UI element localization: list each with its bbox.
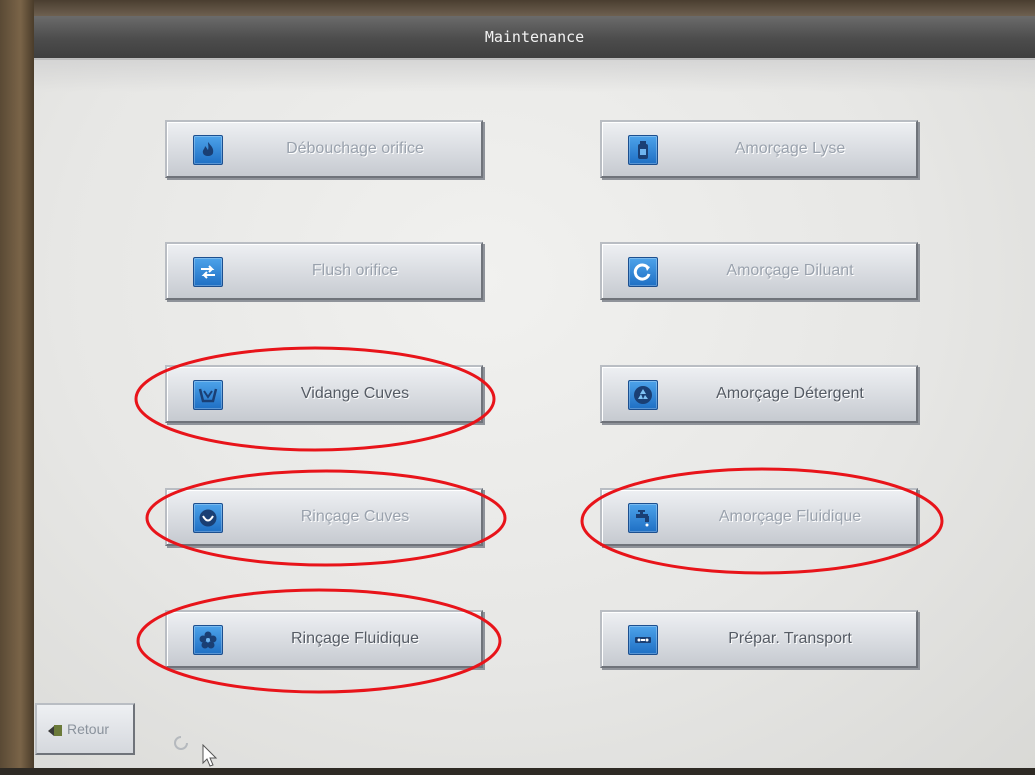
vidange-cuves-button[interactable]: Vidange Cuves [165,365,483,423]
amorcage-detergent-button[interactable]: Amorçage Détergent [600,365,918,423]
swap-arrows-icon [193,257,223,287]
retour-button[interactable]: Retour [35,703,135,755]
recycle-icon [628,380,658,410]
prepar-transport-button[interactable]: Prépar. Transport [600,610,918,668]
flower-icon [193,625,223,655]
rincage-cuves-button[interactable]: Rinçage Cuves [165,488,483,546]
amorcage-lyse-label: Amorçage Lyse [734,140,846,157]
busy-spinner-icon [174,736,188,750]
amorcage-diluant-button[interactable]: Amorçage Diluant [600,242,918,300]
amorcage-detergent-label: Amorçage Détergent [716,385,864,402]
rincage-cuves-label: Rinçage Cuves [300,508,410,525]
debouchage-orifice-button[interactable]: Débouchage orifice [165,120,483,178]
bowl-icon [193,503,223,533]
faucet-icon [628,503,658,533]
flame-icon [193,135,223,165]
bottle-icon [628,135,658,165]
amorcage-fluidique-button[interactable]: Amorçage Fluidique [600,488,918,546]
monitor-bezel-left [0,0,34,775]
vidange-cuves-label: Vidange Cuves [300,385,410,402]
mouse-cursor-icon [202,744,218,767]
prepar-transport-label: Prépar. Transport [728,630,852,647]
amorcage-lyse-button[interactable]: Amorçage Lyse [600,120,918,178]
amorcage-diluant-label: Amorçage Diluant [726,262,854,279]
transport-icon [628,625,658,655]
amorcage-fluidique-label: Amorçage Fluidique [718,508,862,525]
window-title: Maintenance [484,28,585,46]
refresh-icon [628,257,658,287]
maintenance-screen: Maintenance Débouchage orifice Amorçage … [34,16,1035,768]
back-arrow-icon [48,725,62,736]
debouchage-orifice-label: Débouchage orifice [286,140,424,157]
monitor-bezel-top [0,0,1035,16]
title-bar-reflection [34,58,1035,92]
flush-orifice-button[interactable]: Flush orifice [165,242,483,300]
rincage-fluidique-button[interactable]: Rinçage Fluidique [165,610,483,668]
basin-icon [193,380,223,410]
retour-label: Retour [67,721,110,737]
monitor-bezel-bottom [0,768,1035,775]
flush-orifice-label: Flush orifice [311,262,399,279]
rincage-fluidique-label: Rinçage Fluidique [290,630,420,647]
title-bar: Maintenance [34,16,1035,60]
